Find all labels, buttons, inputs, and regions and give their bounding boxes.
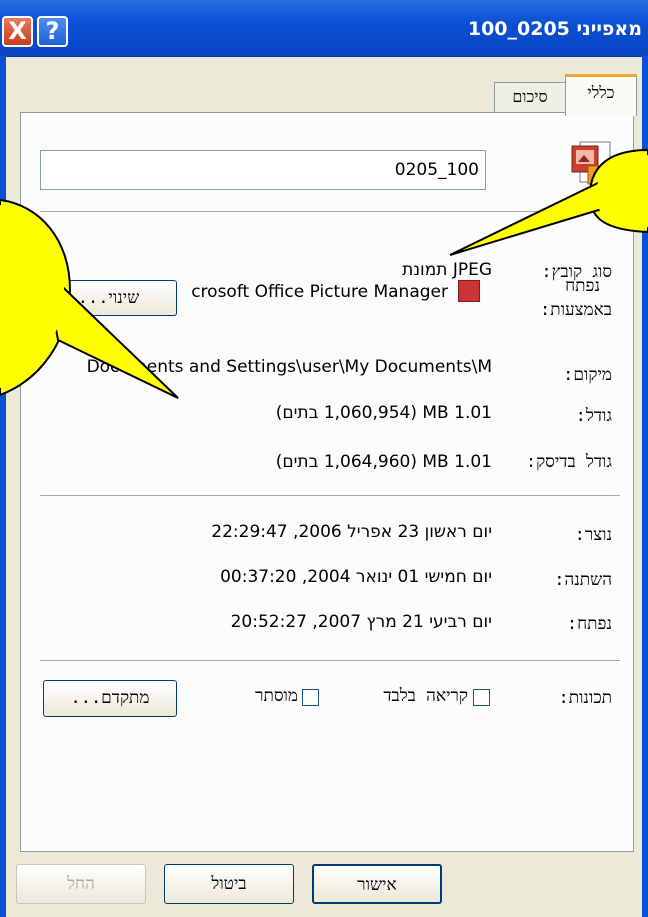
tab-general[interactable]: כללי xyxy=(565,74,637,116)
properties-dialog: X ? מאפייני 0205_100 סיכום כללי 0205_100… xyxy=(0,0,648,917)
right-callout-pointer xyxy=(449,180,617,256)
left-callout-pointer xyxy=(43,267,179,399)
callout-annotations xyxy=(0,148,648,399)
